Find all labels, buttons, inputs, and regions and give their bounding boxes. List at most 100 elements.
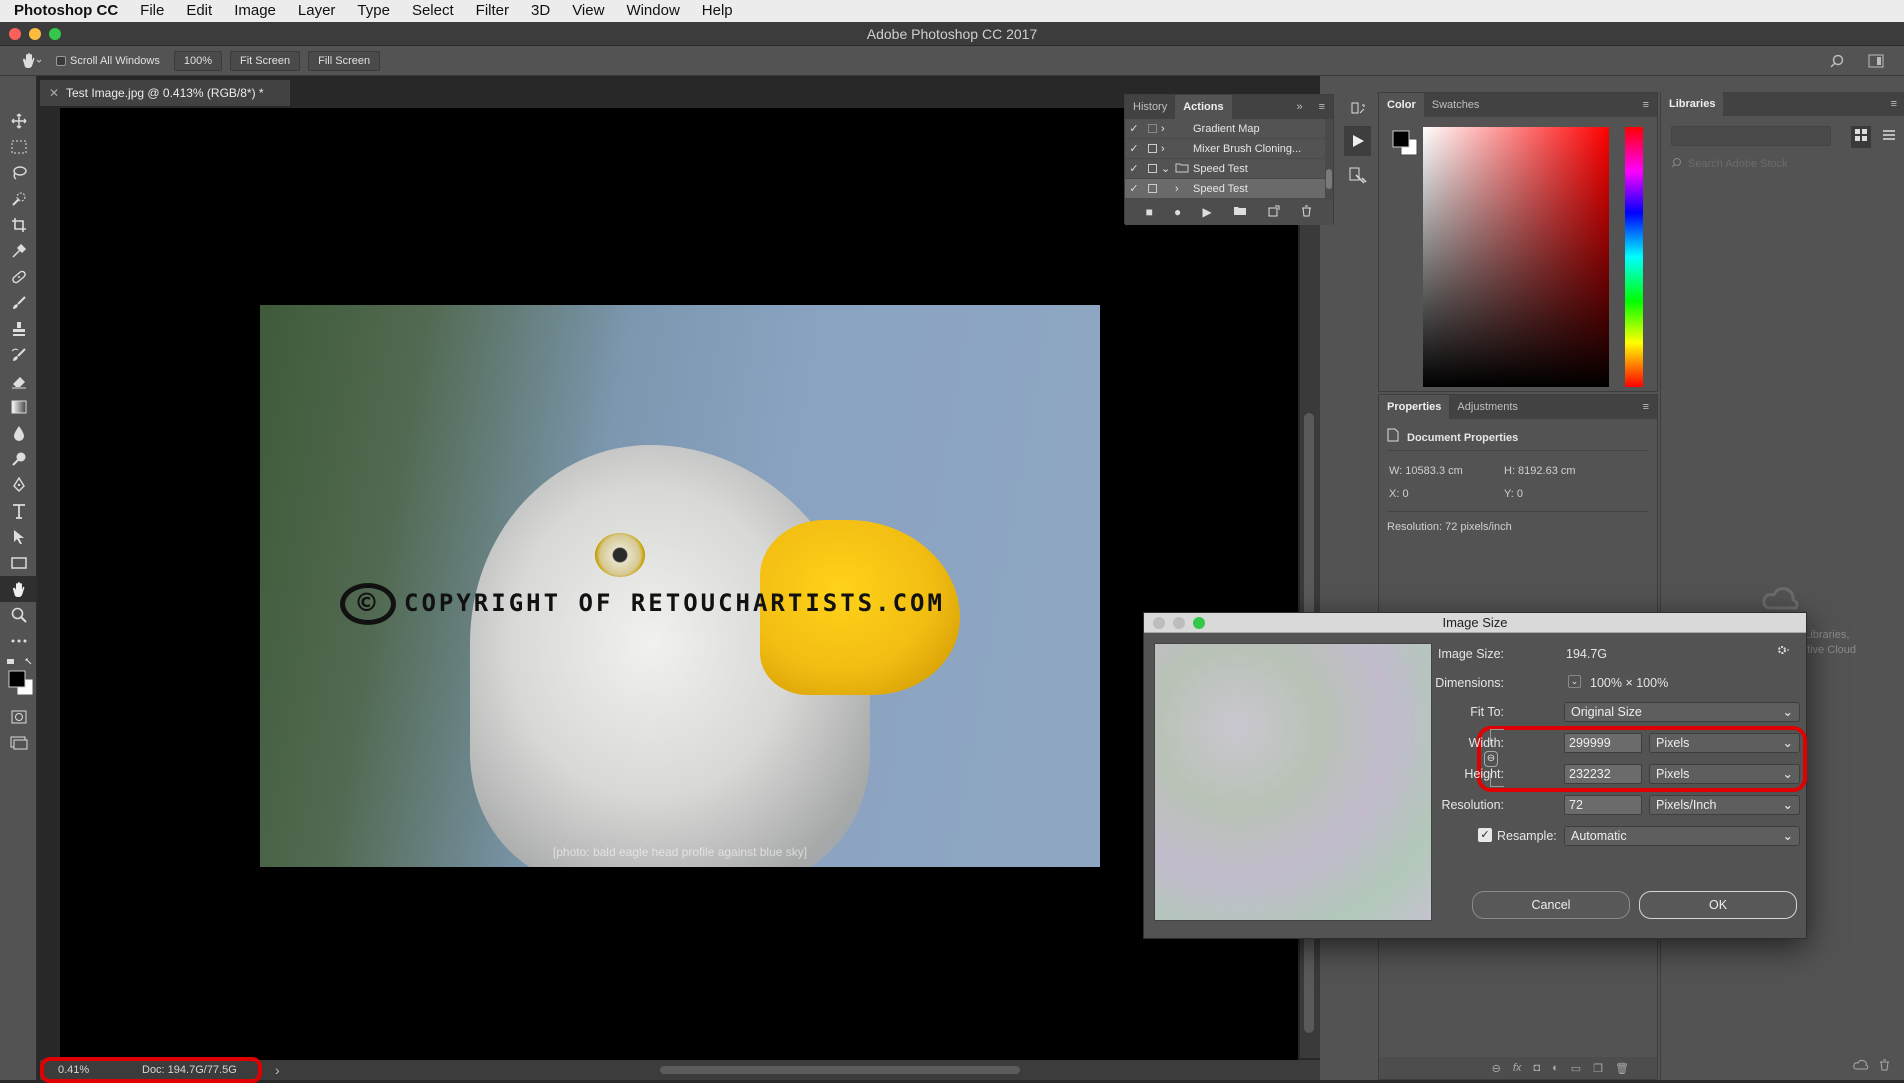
- resample-checkbox[interactable]: ✓: [1478, 828, 1492, 842]
- link-icon[interactable]: ⊖: [1492, 1062, 1501, 1075]
- dialog-close-button[interactable]: [1153, 617, 1165, 629]
- action-dialog-toggle[interactable]: [1143, 124, 1161, 133]
- hand-tool-preset-icon[interactable]: [20, 52, 42, 70]
- action-enabled-check[interactable]: ✓: [1125, 162, 1143, 175]
- zoom-level[interactable]: 0.41%: [58, 1064, 89, 1076]
- clone-stamp-tool-icon[interactable]: [0, 316, 37, 342]
- horizontal-scroll-thumb[interactable]: [660, 1066, 1020, 1074]
- app-menu[interactable]: Photoshop CC: [0, 0, 129, 22]
- fit-screen-button[interactable]: Fit Screen: [230, 50, 301, 71]
- fg-bg-swatch[interactable]: [1391, 129, 1419, 162]
- play-icon[interactable]: ▶: [1203, 205, 1212, 219]
- document-tab[interactable]: ✕ Test Image.jpg @ 0.413% (RGB/8*) *: [40, 80, 290, 106]
- resolution-input[interactable]: 72: [1564, 795, 1642, 815]
- zoom-100-button[interactable]: 100%: [173, 50, 222, 71]
- clone-source-panel-icon[interactable]: [1340, 158, 1375, 194]
- action-dialog-toggle[interactable]: [1143, 144, 1161, 153]
- workspace-switcher-icon[interactable]: [1868, 54, 1884, 68]
- record-icon[interactable]: ●: [1174, 205, 1181, 219]
- action-set-row[interactable]: ✓ ⌄ Speed Test: [1125, 159, 1325, 179]
- constrain-proportions-link-icon[interactable]: ⊖: [1484, 751, 1498, 767]
- menu-select[interactable]: Select: [401, 0, 465, 22]
- scroll-all-windows-checkbox[interactable]: [56, 55, 66, 66]
- height-unit-select[interactable]: Pixels ⌄: [1649, 764, 1800, 784]
- screen-mode-icon[interactable]: [0, 730, 37, 756]
- menu-image[interactable]: Image: [223, 0, 287, 22]
- panel-menu-icon[interactable]: ≡: [1635, 395, 1657, 419]
- tab-swatches[interactable]: Swatches: [1424, 93, 1488, 117]
- move-tool-icon[interactable]: [0, 108, 37, 134]
- tab-color[interactable]: Color: [1379, 93, 1424, 117]
- tab-history[interactable]: History: [1125, 95, 1175, 119]
- expand-icon[interactable]: ›: [1161, 143, 1175, 155]
- menu-layer[interactable]: Layer: [287, 0, 347, 22]
- panel-menu-icon[interactable]: ≡: [1311, 95, 1333, 119]
- menu-help[interactable]: Help: [691, 0, 744, 22]
- eyedropper-tool-icon[interactable]: [0, 238, 37, 264]
- new-set-icon[interactable]: [1233, 205, 1247, 219]
- quick-mask-icon[interactable]: [0, 704, 37, 730]
- fill-screen-button[interactable]: Fill Screen: [308, 50, 381, 71]
- collapse-icon[interactable]: ⌄: [1161, 162, 1175, 175]
- fx-icon[interactable]: fx: [1513, 1062, 1522, 1074]
- resample-select[interactable]: Automatic ⌄: [1564, 826, 1800, 846]
- mask-icon[interactable]: ◘: [1533, 1062, 1540, 1074]
- gradient-tool-icon[interactable]: [0, 394, 37, 420]
- eraser-tool-icon[interactable]: [0, 368, 37, 394]
- fit-to-select[interactable]: Original Size ⌄: [1564, 702, 1800, 722]
- group-icon[interactable]: ▭: [1571, 1062, 1581, 1075]
- dialog-zoom-button[interactable]: [1193, 617, 1205, 629]
- tab-adjustments[interactable]: Adjustments: [1449, 395, 1526, 419]
- menu-view[interactable]: View: [561, 0, 615, 22]
- search-icon[interactable]: [1830, 54, 1844, 68]
- tab-actions[interactable]: Actions: [1175, 95, 1232, 119]
- new-action-icon[interactable]: [1268, 205, 1280, 220]
- settings-gear-icon[interactable]: [1776, 643, 1790, 660]
- expand-icon[interactable]: ›: [1161, 183, 1179, 195]
- panel-menu-icon[interactable]: ≡: [1635, 93, 1657, 117]
- panel-collapse-icon[interactable]: »: [1288, 95, 1310, 119]
- hue-slider[interactable]: [1625, 127, 1643, 387]
- actions-scroll-thumb[interactable]: [1326, 169, 1332, 189]
- menu-3d[interactable]: 3D: [520, 0, 561, 22]
- history-brush-tool-icon[interactable]: [0, 342, 37, 368]
- close-document-icon[interactable]: ✕: [49, 80, 59, 106]
- delete-layer-icon[interactable]: 🗑: [1615, 1062, 1629, 1075]
- zoom-tool-icon[interactable]: [0, 602, 37, 628]
- tab-properties[interactable]: Properties: [1379, 395, 1450, 419]
- status-menu-arrow[interactable]: ›: [275, 1062, 280, 1078]
- height-input[interactable]: 232232: [1564, 764, 1642, 784]
- menu-filter[interactable]: Filter: [465, 0, 520, 22]
- rectangle-tool-icon[interactable]: [0, 550, 37, 576]
- menu-type[interactable]: Type: [346, 0, 401, 22]
- zoom-window-button[interactable]: [49, 28, 61, 40]
- marquee-tool-icon[interactable]: [0, 134, 37, 160]
- resolution-unit-select[interactable]: Pixels/Inch ⌄: [1649, 795, 1800, 815]
- blur-tool-icon[interactable]: [0, 420, 37, 446]
- ok-button[interactable]: OK: [1639, 891, 1797, 919]
- brush-tool-icon[interactable]: [0, 290, 37, 316]
- doc-size[interactable]: Doc: 194.7G/77.5G: [142, 1064, 237, 1076]
- width-unit-select[interactable]: Pixels ⌄: [1649, 733, 1800, 753]
- more-tools-icon[interactable]: [0, 628, 37, 654]
- action-enabled-check[interactable]: ✓: [1125, 182, 1143, 195]
- quick-selection-tool-icon[interactable]: [0, 186, 37, 212]
- healing-brush-tool-icon[interactable]: [0, 264, 37, 290]
- close-window-button[interactable]: [9, 28, 21, 40]
- type-tool-icon[interactable]: [0, 498, 37, 524]
- history-panel-icon[interactable]: [1340, 94, 1375, 124]
- color-saturation-field[interactable]: [1423, 127, 1609, 387]
- action-dialog-toggle[interactable]: [1143, 164, 1161, 173]
- pen-tool-icon[interactable]: [0, 472, 37, 498]
- hand-tool-icon[interactable]: [0, 576, 37, 602]
- actions-panel-icon[interactable]: [1344, 126, 1371, 156]
- action-dialog-toggle[interactable]: [1143, 184, 1161, 193]
- menu-window[interactable]: Window: [615, 0, 690, 22]
- adjustment-icon[interactable]: ◐: [1552, 1062, 1559, 1074]
- width-input[interactable]: 299999: [1564, 733, 1642, 753]
- menu-edit[interactable]: Edit: [175, 0, 223, 22]
- dodge-tool-icon[interactable]: [0, 446, 37, 472]
- action-row[interactable]: ✓ › Speed Test: [1125, 179, 1325, 199]
- crop-tool-icon[interactable]: [0, 212, 37, 238]
- grid-view-icon[interactable]: [1851, 126, 1871, 148]
